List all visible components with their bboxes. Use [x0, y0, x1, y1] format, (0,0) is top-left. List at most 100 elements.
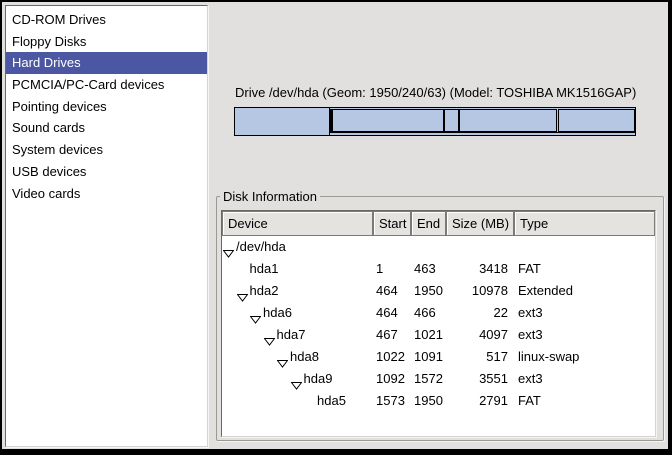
disk-row-hda5[interactable]: hda5 157319502791FAT	[222, 390, 655, 412]
sidebar-item-label: Video cards	[12, 186, 80, 201]
disk-table: DeviceStartEndSize (MB)Type /dev/hdahda1…	[221, 210, 656, 437]
disk-information-label: Disk Information	[220, 189, 320, 204]
type-cell: FAT	[514, 390, 655, 412]
disk-row-hda6[interactable]: hda6 46446622ext3	[222, 302, 655, 324]
device-category-list: CD-ROM Drives Floppy Disks Hard Drives PCMC…	[5, 5, 208, 447]
end-cell	[411, 236, 446, 258]
end-cell: 1021	[411, 324, 446, 346]
type-cell: ext3	[514, 368, 655, 390]
end-cell: 1091	[411, 346, 446, 368]
end-cell: 463	[411, 258, 446, 280]
sidebar-item-label: Sound cards	[12, 120, 85, 135]
type-cell: ext3	[514, 302, 655, 324]
sidebar-item-cd-rom-drives[interactable]: CD-ROM Drives	[6, 9, 207, 31]
column-header-device[interactable]: Device	[222, 211, 373, 236]
start-cell: 1092	[373, 368, 411, 390]
sidebar-item-sound-cards[interactable]: Sound cards	[6, 117, 207, 139]
size-cell: 3551	[446, 368, 514, 390]
device-name: /dev/hda	[236, 236, 286, 258]
column-header-type[interactable]: Type	[514, 211, 655, 236]
disk-row-hda7[interactable]: hda7 46710214097ext3	[222, 324, 655, 346]
size-cell: 10978	[446, 280, 514, 302]
disk-row-hda2[interactable]: hda2 464195010978Extended	[222, 280, 655, 302]
sidebar-item-label: System devices	[12, 142, 103, 157]
device-name: hda6	[263, 302, 292, 324]
size-cell: 2791	[446, 390, 514, 412]
size-cell: 4097	[446, 324, 514, 346]
type-cell: ext3	[514, 324, 655, 346]
size-cell: 3418	[446, 258, 514, 280]
sidebar-item-label: Hard Drives	[12, 55, 81, 70]
device-cell: /dev/hda	[222, 236, 373, 258]
device-cell: hda2	[222, 280, 373, 302]
sidebar-item-pointing-devices[interactable]: Pointing devices	[6, 96, 207, 118]
expander-icon[interactable]	[237, 287, 248, 296]
type-cell: Extended	[514, 280, 655, 302]
expander-icon[interactable]	[223, 243, 234, 252]
device-name: hda9	[304, 368, 333, 390]
device-name: hda2	[250, 280, 279, 302]
device-cell: hda6	[222, 302, 373, 324]
partition-segment-hda7	[332, 109, 444, 132]
type-cell	[514, 236, 655, 258]
sidebar-item-floppy-disks[interactable]: Floppy Disks	[6, 31, 207, 53]
sidebar-item-label: CD-ROM Drives	[12, 12, 106, 27]
device-cell: hda5	[222, 390, 373, 412]
end-cell: 466	[411, 302, 446, 324]
expander-icon[interactable]	[291, 375, 302, 384]
size-cell: 22	[446, 302, 514, 324]
expander-icon[interactable]	[250, 309, 261, 318]
drive-title: Drive /dev/hda (Geom: 1950/240/63) (Mode…	[235, 85, 636, 100]
disk-row-hda8[interactable]: hda8 10221091517linux-swap	[222, 346, 655, 368]
start-cell: 1573	[373, 390, 411, 412]
start-cell: 464	[373, 280, 411, 302]
disk-row-dev-hda[interactable]: /dev/hda	[222, 236, 655, 258]
device-cell: hda9	[222, 368, 373, 390]
extended-partition-bottom-edge	[330, 132, 635, 133]
type-cell: linux-swap	[514, 346, 655, 368]
end-cell: 1572	[411, 368, 446, 390]
device-name: hda7	[277, 324, 306, 346]
sidebar-item-label: Floppy Disks	[12, 34, 86, 49]
sidebar-item-video-cards[interactable]: Video cards	[6, 183, 207, 205]
end-cell: 1950	[411, 390, 446, 412]
start-cell: 1	[373, 258, 411, 280]
disk-row-hda1[interactable]: hda1 14633418FAT	[222, 258, 655, 280]
size-cell	[446, 236, 514, 258]
expander-icon[interactable]	[277, 353, 288, 362]
disk-information-group: Disk Information DeviceStartEndSize (MB)…	[216, 196, 664, 441]
extended-partition-hda2	[330, 108, 635, 135]
start-cell	[373, 236, 411, 258]
type-cell: FAT	[514, 258, 655, 280]
column-header-end[interactable]: End	[411, 211, 446, 236]
size-cell: 517	[446, 346, 514, 368]
device-cell: hda7	[222, 324, 373, 346]
sidebar-item-label: Pointing devices	[12, 99, 107, 114]
disk-table-body: /dev/hdahda114633418FAThda2464195010978E…	[222, 236, 655, 412]
sidebar-item-hard-drives[interactable]: Hard Drives	[6, 52, 207, 74]
device-name: hda8	[290, 346, 319, 368]
partition-segment-hda5	[558, 109, 636, 132]
disk-table-header: DeviceStartEndSize (MB)Type	[222, 211, 655, 236]
device-cell: hda1	[222, 258, 373, 280]
end-cell: 1950	[411, 280, 446, 302]
sidebar-item-system-devices[interactable]: System devices	[6, 139, 207, 161]
partition-segment-hda9	[459, 109, 558, 132]
partition-bar	[234, 107, 636, 136]
partition-segment-hda8	[444, 109, 458, 132]
device-name: hda1	[250, 258, 279, 280]
start-cell: 1022	[373, 346, 411, 368]
expander-icon[interactable]	[264, 331, 275, 340]
column-header-start[interactable]: Start	[373, 211, 411, 236]
device-cell: hda8	[222, 346, 373, 368]
partition-segment-hda1	[235, 108, 330, 135]
start-cell: 464	[373, 302, 411, 324]
sidebar-item-usb-devices[interactable]: USB devices	[6, 161, 207, 183]
sidebar-item-label: PCMCIA/PC-Card devices	[12, 77, 164, 92]
disk-row-hda9[interactable]: hda9 109215723551ext3	[222, 368, 655, 390]
sidebar-item-label: USB devices	[12, 164, 86, 179]
column-header-size-mb[interactable]: Size (MB)	[446, 211, 514, 236]
start-cell: 467	[373, 324, 411, 346]
device-name: hda5	[317, 390, 346, 412]
sidebar-item-pcmcia-pc-card-devices[interactable]: PCMCIA/PC-Card devices	[6, 74, 207, 96]
